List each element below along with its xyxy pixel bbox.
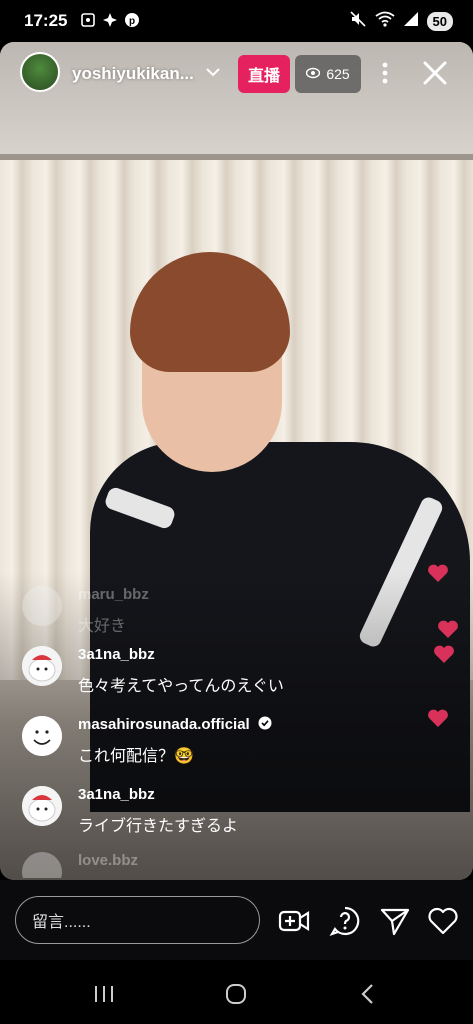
host-avatar[interactable]	[20, 52, 60, 92]
question-icon[interactable]	[329, 905, 361, 937]
host-username[interactable]: yoshiyukikan...	[72, 64, 194, 84]
comment-item: 3a1na_bbz ライブ行きたすぎるよ	[22, 786, 442, 844]
comment-text: 色々考えてやってんのえぐい	[78, 678, 284, 695]
wifi-icon	[374, 11, 395, 32]
recent-apps-icon[interactable]	[90, 980, 118, 1008]
signal-icon	[403, 11, 419, 32]
heart-reaction-icon	[437, 619, 459, 639]
commenter-name[interactable]: 3a1na_bbz	[78, 646, 155, 663]
commenter-name[interactable]: maru_bbz	[78, 586, 149, 603]
commenter-name[interactable]: love.bbz	[78, 852, 138, 869]
heart-reaction-icon	[433, 644, 455, 664]
status-bar: 17:25 p 50	[0, 0, 473, 42]
commenter-avatar[interactable]	[22, 646, 62, 686]
chevron-down-icon[interactable]	[205, 64, 221, 80]
verified-badge-icon	[258, 716, 272, 734]
add-video-icon[interactable]	[278, 905, 310, 937]
live-badge: 直播	[238, 55, 290, 93]
comment-item: masahirosunada.official これ何配信？🤓	[22, 716, 442, 774]
commenter-avatar[interactable]	[22, 852, 62, 878]
commenter-name[interactable]: masahirosunada.official	[78, 716, 272, 734]
status-time: 17:25	[24, 11, 68, 30]
viewer-count-badge[interactable]: 625	[295, 55, 361, 93]
screen-record-icon	[80, 12, 96, 28]
eye-icon	[306, 66, 321, 82]
hair	[130, 252, 290, 372]
more-options-icon[interactable]	[374, 58, 396, 88]
heart-reaction-icon	[427, 708, 449, 728]
back-icon[interactable]	[354, 980, 382, 1008]
comment-text: 大好き	[78, 618, 127, 635]
live-bottom-bar: 留言......	[0, 880, 473, 960]
notification-icons: p	[80, 12, 140, 28]
commenter-avatar[interactable]	[22, 786, 62, 826]
close-icon[interactable]	[420, 58, 450, 88]
comment-text: これ何配信？🤓	[78, 748, 194, 765]
pinterest-icon: p	[124, 12, 140, 28]
comment-item: 3a1na_bbz 色々考えてやってんのえぐい	[22, 646, 442, 704]
heart-icon[interactable]	[427, 905, 459, 937]
svg-text:p: p	[129, 16, 135, 27]
comment-item: love.bbz	[22, 852, 442, 878]
send-icon[interactable]	[379, 905, 411, 937]
comment-text: ライブ行きたすぎるよ	[78, 818, 239, 835]
commenter-avatar[interactable]	[22, 586, 62, 626]
heart-reaction-icon	[427, 563, 449, 583]
comment-input[interactable]: 留言......	[15, 896, 260, 944]
comment-item: maru_bbz 大好き	[22, 586, 442, 644]
mute-icon	[349, 10, 367, 33]
app-notification-icon	[102, 12, 118, 28]
commenter-name[interactable]: 3a1na_bbz	[78, 786, 155, 803]
status-right: 50	[349, 10, 453, 33]
live-top-bar: yoshiyukikan... 直播 625	[0, 52, 473, 98]
commenter-avatar[interactable]	[22, 716, 62, 756]
viewer-count: 625	[326, 66, 350, 82]
home-icon[interactable]	[222, 980, 250, 1008]
battery-indicator: 50	[426, 12, 453, 31]
system-nav-bar	[0, 960, 473, 1024]
